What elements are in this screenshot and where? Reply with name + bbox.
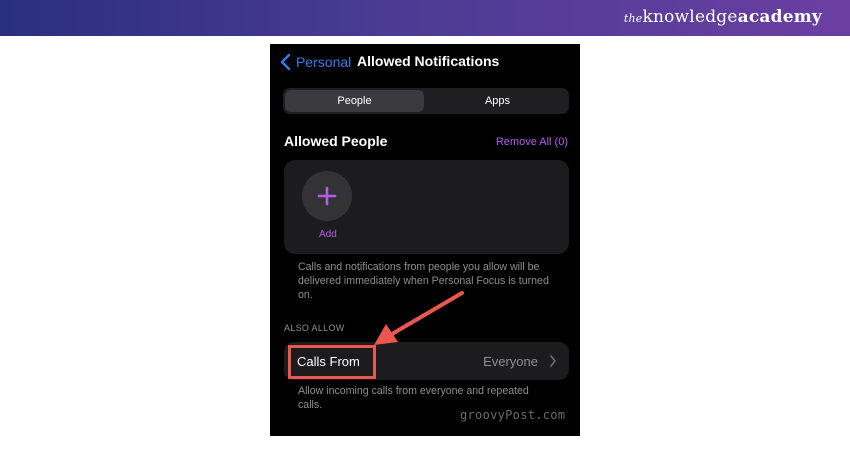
allowed-people-footnote: Calls and notifications from people you … xyxy=(298,261,549,301)
page-title: Allowed Notifications xyxy=(357,53,500,69)
brand-prefix: the xyxy=(623,12,643,25)
highlight-box xyxy=(288,345,376,379)
segmented-control: People Apps xyxy=(283,88,569,114)
brand-logo: theknowledgeacademy xyxy=(624,7,822,27)
chevron-left-icon xyxy=(280,53,291,71)
remove-all-button[interactable]: Remove All (0) xyxy=(496,136,568,148)
chevron-right-icon xyxy=(550,355,556,367)
header-banner: theknowledgeacademy xyxy=(0,0,850,36)
phone-screenshot: Personal Allowed Notifications People Ap… xyxy=(270,44,580,436)
also-allow-heading: ALSO ALLOW xyxy=(284,323,345,333)
back-label: Personal xyxy=(296,54,352,70)
calls-from-value: Everyone xyxy=(483,354,538,369)
watermark: groovyPost.com xyxy=(460,408,566,422)
plus-icon xyxy=(317,186,337,206)
navigation-bar: Personal Allowed Notifications xyxy=(270,44,580,78)
brand-name-regular: knowledge xyxy=(642,7,738,27)
allowed-people-card: Add xyxy=(284,160,569,254)
add-label: Add xyxy=(319,229,337,240)
back-button[interactable]: Personal xyxy=(278,53,351,71)
allowed-people-heading: Allowed People xyxy=(284,133,388,149)
add-person-button[interactable] xyxy=(302,171,352,221)
segment-apps[interactable]: Apps xyxy=(428,90,567,112)
segment-people[interactable]: People xyxy=(285,90,424,112)
brand-name-bold: academy xyxy=(737,7,822,27)
